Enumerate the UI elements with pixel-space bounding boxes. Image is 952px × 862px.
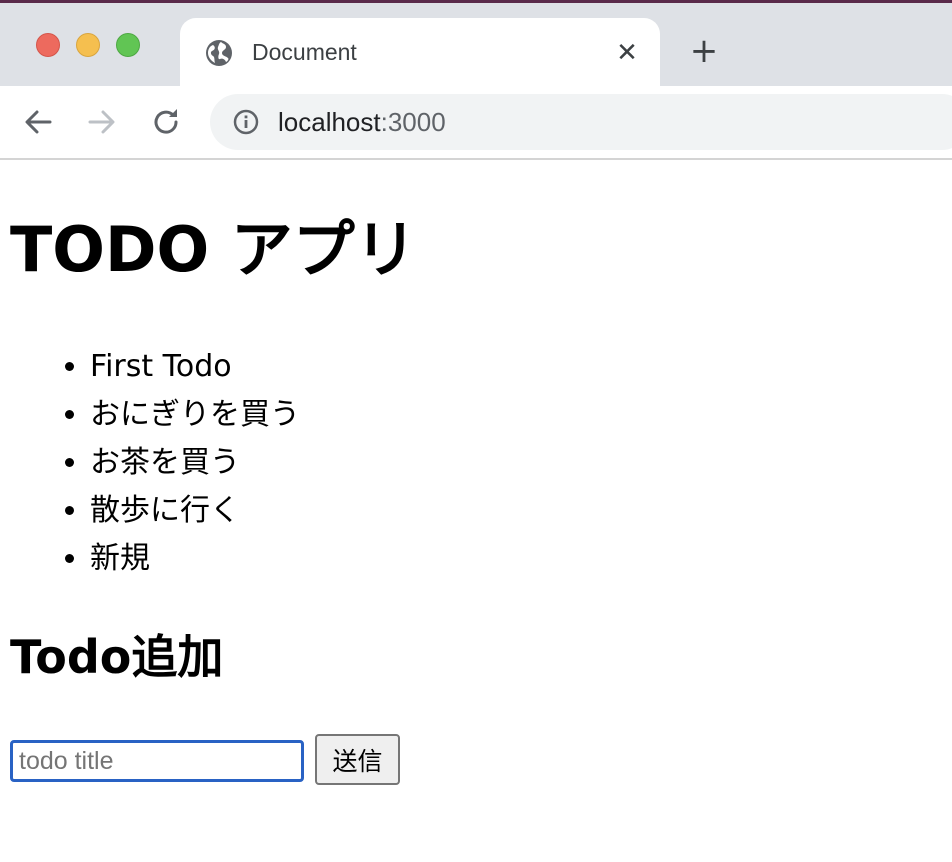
add-todo-heading: Todo追加 (10, 630, 224, 684)
page-title: TODO アプリ (10, 213, 417, 286)
address-bar[interactable]: localhost:3000 (210, 94, 952, 150)
tab-strip: Document ✕ + (0, 0, 952, 86)
tab-document[interactable]: Document ✕ (180, 18, 660, 86)
list-item: お茶を買う (90, 439, 300, 487)
submit-button[interactable]: 送信 (315, 734, 400, 785)
plus-icon[interactable]: + (686, 34, 722, 70)
arrow-right-icon[interactable] (84, 104, 120, 140)
maximize-window-button[interactable] (116, 33, 140, 57)
arrow-left-icon[interactable] (20, 104, 56, 140)
url-host: localhost (278, 107, 381, 137)
toolbar: localhost:3000 (0, 86, 952, 160)
page-content: TODO アプリ First Todo おにぎりを買う お茶を買う 散歩に行く … (0, 160, 952, 862)
url-port: :3000 (380, 107, 446, 137)
url-text: localhost:3000 (278, 107, 446, 137)
close-window-button[interactable] (36, 33, 60, 57)
globe-icon (204, 38, 234, 68)
list-item: おにぎりを買う (90, 391, 300, 439)
close-icon[interactable]: ✕ (612, 38, 642, 68)
todo-list: First Todo おにぎりを買う お茶を買う 散歩に行く 新規 (0, 343, 300, 583)
list-item: First Todo (90, 343, 300, 391)
minimize-window-button[interactable] (76, 33, 100, 57)
list-item: 散歩に行く (90, 487, 300, 535)
list-item: 新規 (90, 535, 300, 583)
info-icon[interactable] (232, 108, 260, 136)
browser-window: Document ✕ + localhost:3000 TODO アプリ • F… (0, 0, 952, 862)
reload-icon[interactable] (148, 104, 184, 140)
todo-title-input[interactable] (10, 740, 304, 782)
tab-title: Document (252, 39, 357, 65)
